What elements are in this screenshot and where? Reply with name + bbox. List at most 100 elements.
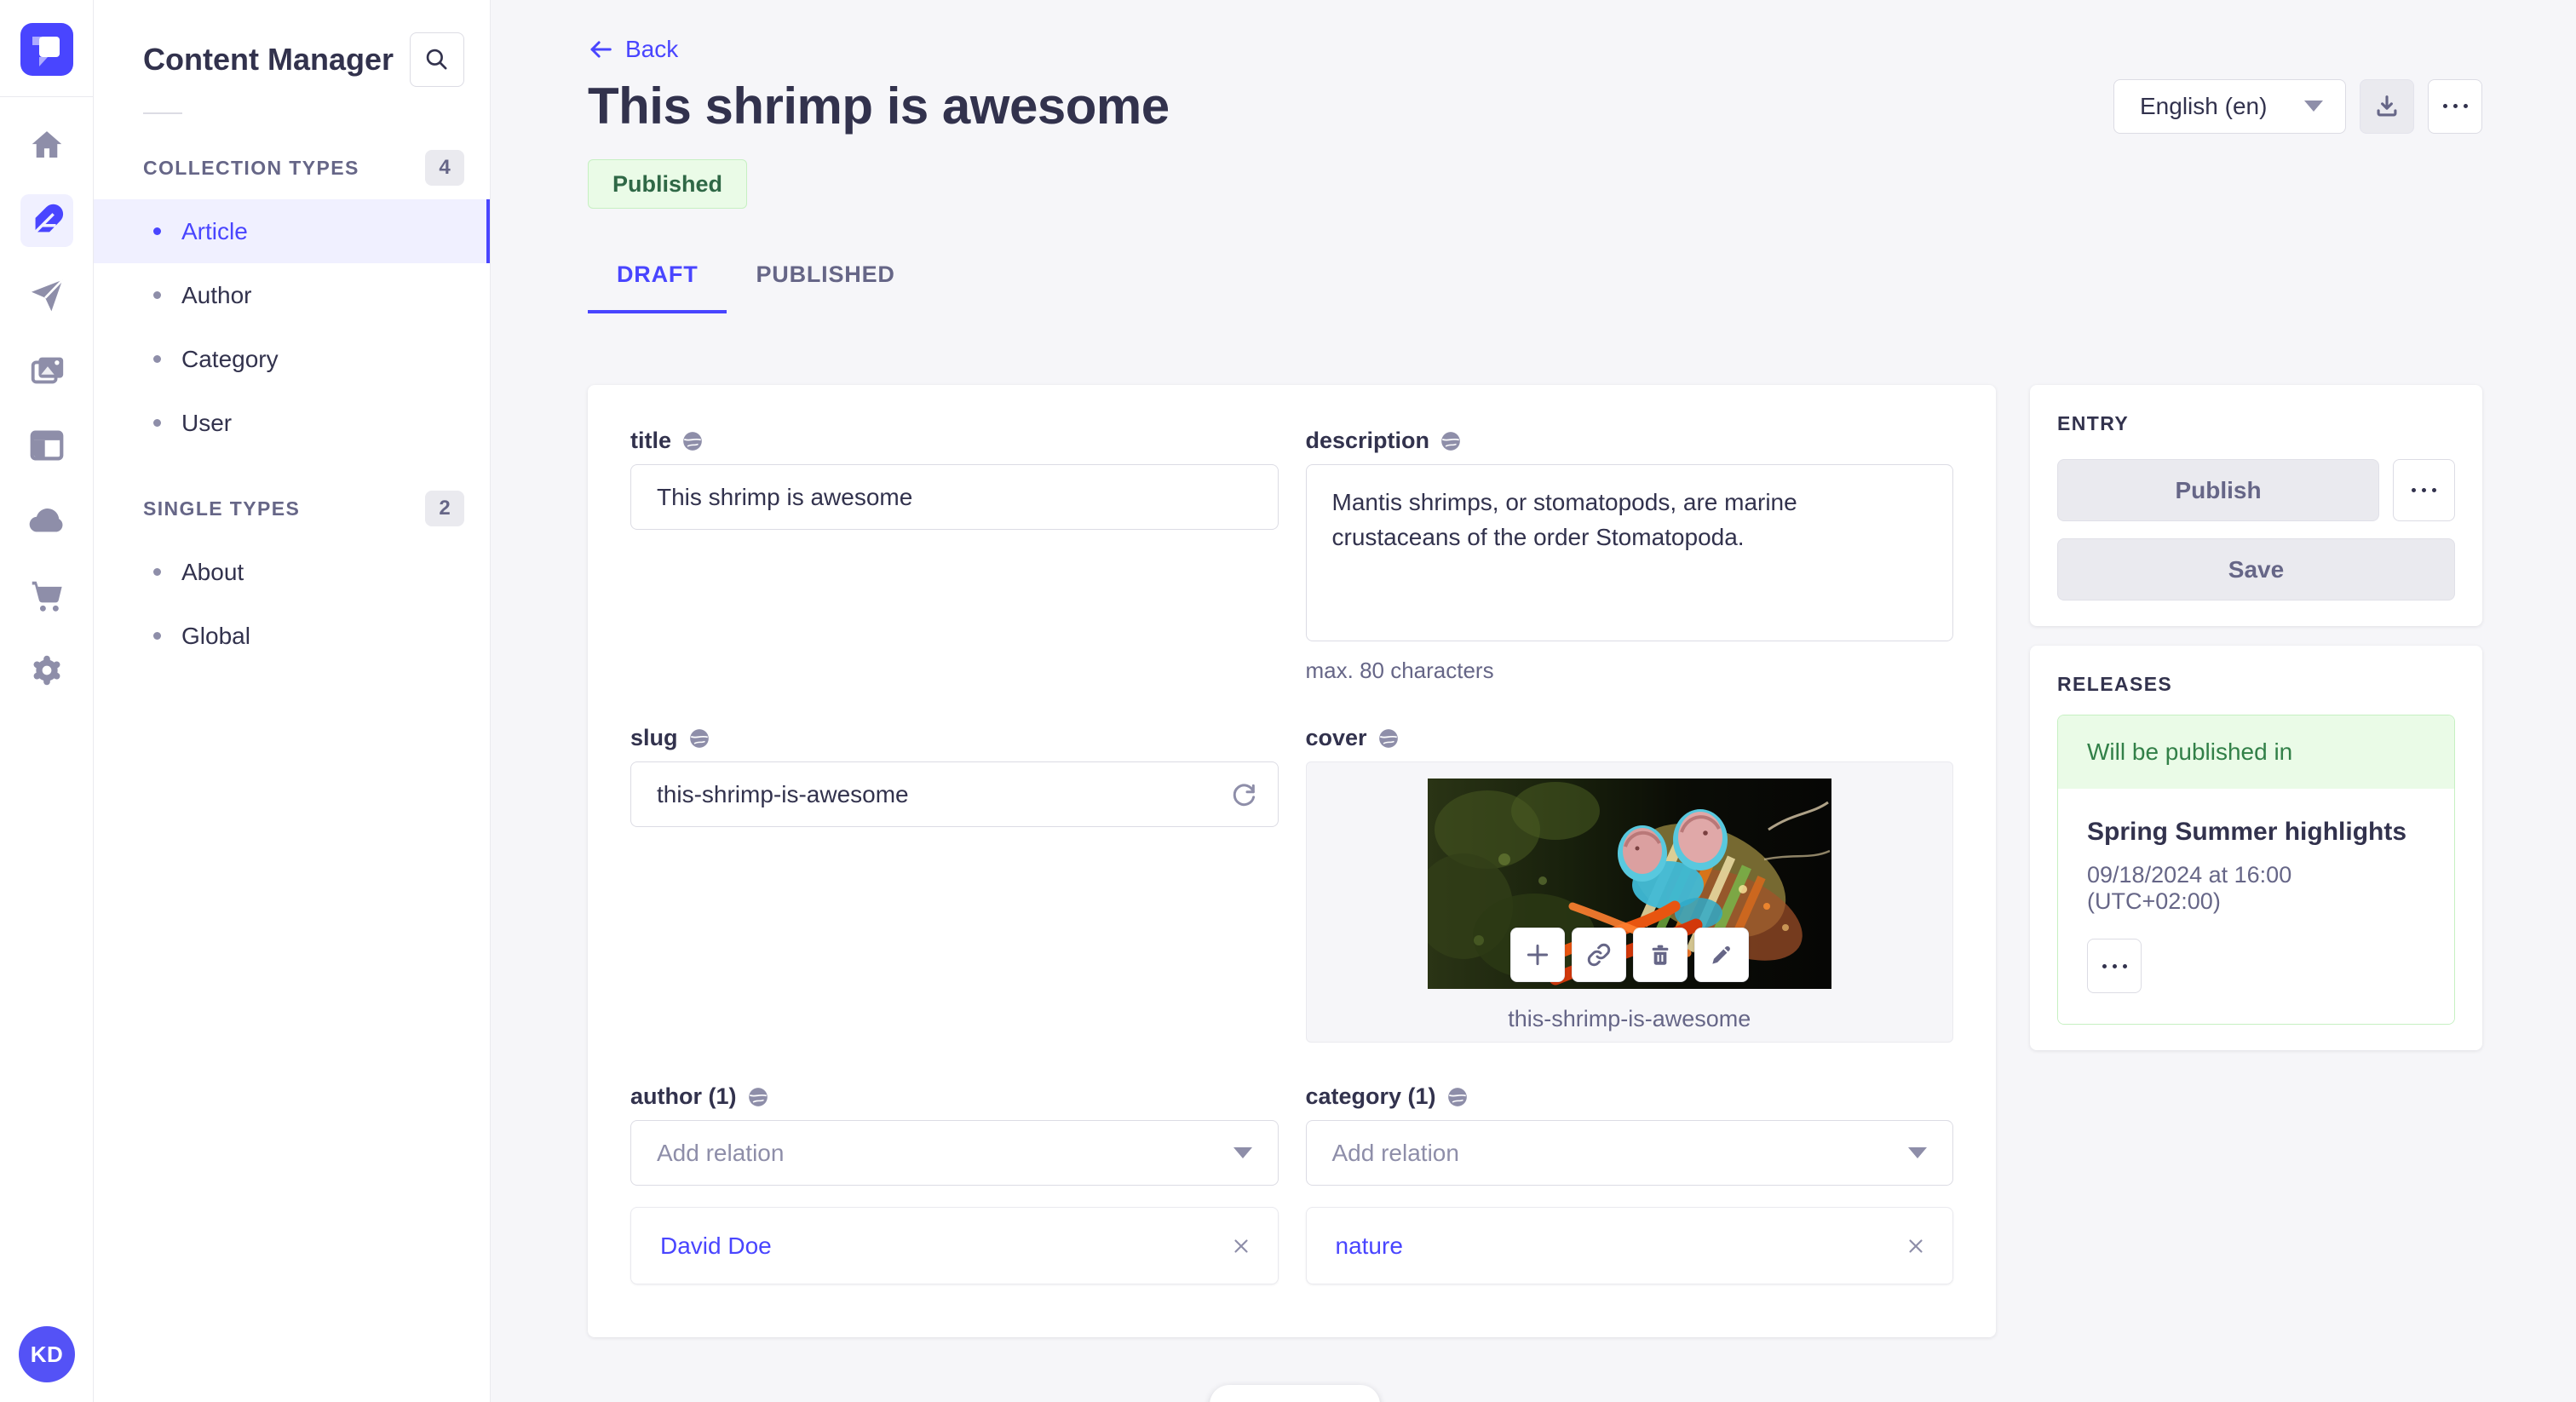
releases-panel: RELEASES Will be published in Spring Sum… [2030,646,2482,1050]
release-more-button[interactable] [2087,939,2142,993]
relation-link[interactable]: David Doe [660,1232,772,1260]
release-date: 09/18/2024 at 16:00 (UTC+02:00) [2087,862,2292,914]
sidebar-item-label: Global [181,622,250,649]
entry-more-button[interactable] [2393,459,2455,521]
more-dots-icon [2412,488,2436,492]
layout-icon[interactable] [20,419,73,472]
slug-input[interactable] [630,761,1279,827]
globe-icon [1446,1086,1469,1108]
more-dots-icon [2102,963,2127,968]
more-dots-icon [2442,104,2468,108]
back-link[interactable]: Back [588,36,678,63]
title-input[interactable] [630,464,1279,530]
chevron-down-icon [1908,1147,1927,1158]
globe-icon [1440,430,1462,452]
remove-relation-button[interactable] [1905,1235,1927,1257]
sidebar-item-author[interactable]: Author [94,263,490,327]
user-avatar[interactable]: KD [19,1326,75,1382]
sidebar-item-label: Article [181,217,248,244]
edit-media-button[interactable] [1693,928,1749,982]
sidebar-item-label: Author [181,281,252,308]
download-button[interactable] [2360,78,2414,134]
floating-widget[interactable] [1210,1385,1380,1402]
collection-types-list: Article Author Category User [94,199,490,455]
remove-relation-button[interactable] [1230,1235,1252,1257]
relation-link[interactable]: nature [1336,1232,1403,1260]
page-title: This shrimp is awesome [588,78,1170,135]
sidebar-item-about[interactable]: About [94,540,490,604]
section-collection-types: COLLECTION TYPES [143,156,359,179]
close-icon [1230,1235,1252,1257]
bullet-icon [153,227,161,235]
slug-label: slug [630,725,678,750]
back-label: Back [625,36,679,62]
sidebar-item-label: Category [181,345,279,372]
author-relation-combobox[interactable]: Add relation [630,1120,1279,1186]
cover-action-bar [1509,928,1749,982]
globe-icon [747,1086,769,1108]
bullet-icon [153,291,161,299]
description-label: description [1305,428,1430,453]
bullet-icon [153,419,161,427]
regenerate-icon[interactable] [1229,780,1258,809]
globe-icon [681,430,704,452]
release-card: Will be published in Spring Summer highl… [2057,715,2455,1025]
strapi-logo-icon[interactable] [20,23,73,76]
field-title: title [630,428,1279,684]
description-textarea[interactable]: Mantis shrimps, or stomatopods, are mari… [1305,464,1953,641]
release-title: Spring Summer highlights [2087,818,2407,846]
globe-icon [1377,727,1400,750]
category-label: category (1) [1305,1083,1436,1109]
tab-draft[interactable]: DRAFT [588,261,727,313]
sidebar-item-category[interactable]: Category [94,327,490,391]
plus-icon [1524,941,1551,968]
edit-view: Back This shrimp is awesome English (en)… [491,0,2576,1402]
field-slug: slug [630,725,1279,1043]
single-types-count: 2 [425,491,464,526]
images-icon[interactable] [20,344,73,397]
language-select-value: English (en) [2140,92,2268,119]
entry-panel: ENTRY Publish Save [2030,385,2482,626]
field-description: description Mantis shrimps, or stomatopo… [1305,428,1953,684]
more-actions-button[interactable] [2428,78,2482,134]
pencil-icon [1708,941,1735,968]
publish-button[interactable]: Publish [2057,459,2379,521]
release-status: Will be published in [2058,715,2454,789]
feather-icon[interactable] [20,194,73,247]
category-relation-combobox[interactable]: Add relation [1305,1120,1953,1186]
copy-link-button[interactable] [1571,928,1626,982]
collection-types-count: 4 [425,150,464,186]
bullet-icon [153,568,161,576]
sidebar-item-global[interactable]: Global [94,604,490,668]
section-single-types: SINGLE TYPES [143,497,301,520]
cart-icon[interactable] [20,569,73,622]
send-icon[interactable] [20,269,73,322]
gear-icon[interactable] [20,644,73,697]
tab-published[interactable]: PUBLISHED [727,261,923,313]
download-icon [2372,92,2401,121]
link-icon [1585,941,1613,968]
cloud-icon[interactable] [20,494,73,547]
sidebar-item-user[interactable]: User [94,391,490,455]
add-media-button[interactable] [1509,928,1565,982]
sidebar-item-label: About [181,558,244,585]
search-icon [423,46,451,73]
save-button[interactable]: Save [2057,538,2455,600]
cover-filename: this-shrimp-is-awesome [1508,1006,1751,1031]
field-author: author (1) Add relation David Doe [630,1083,1279,1284]
language-select[interactable]: English (en) [2113,78,2346,134]
status-badge: Published [588,159,748,209]
sidebar-item-article[interactable]: Article [94,199,490,263]
description-hint: max. 80 characters [1305,658,1494,683]
search-button[interactable] [410,32,464,87]
category-relation-item: nature [1305,1207,1953,1284]
combobox-placeholder: Add relation [657,1139,785,1166]
globe-icon [688,727,710,750]
entry-form-card: title description Mantis shrimps, or sto… [588,385,1996,1337]
sidebar-item-label: User [181,409,233,436]
delete-media-button[interactable] [1632,928,1688,982]
home-icon[interactable] [20,119,73,172]
entry-heading: ENTRY [2057,412,2130,434]
rail-header [0,0,93,97]
divider [143,112,182,114]
